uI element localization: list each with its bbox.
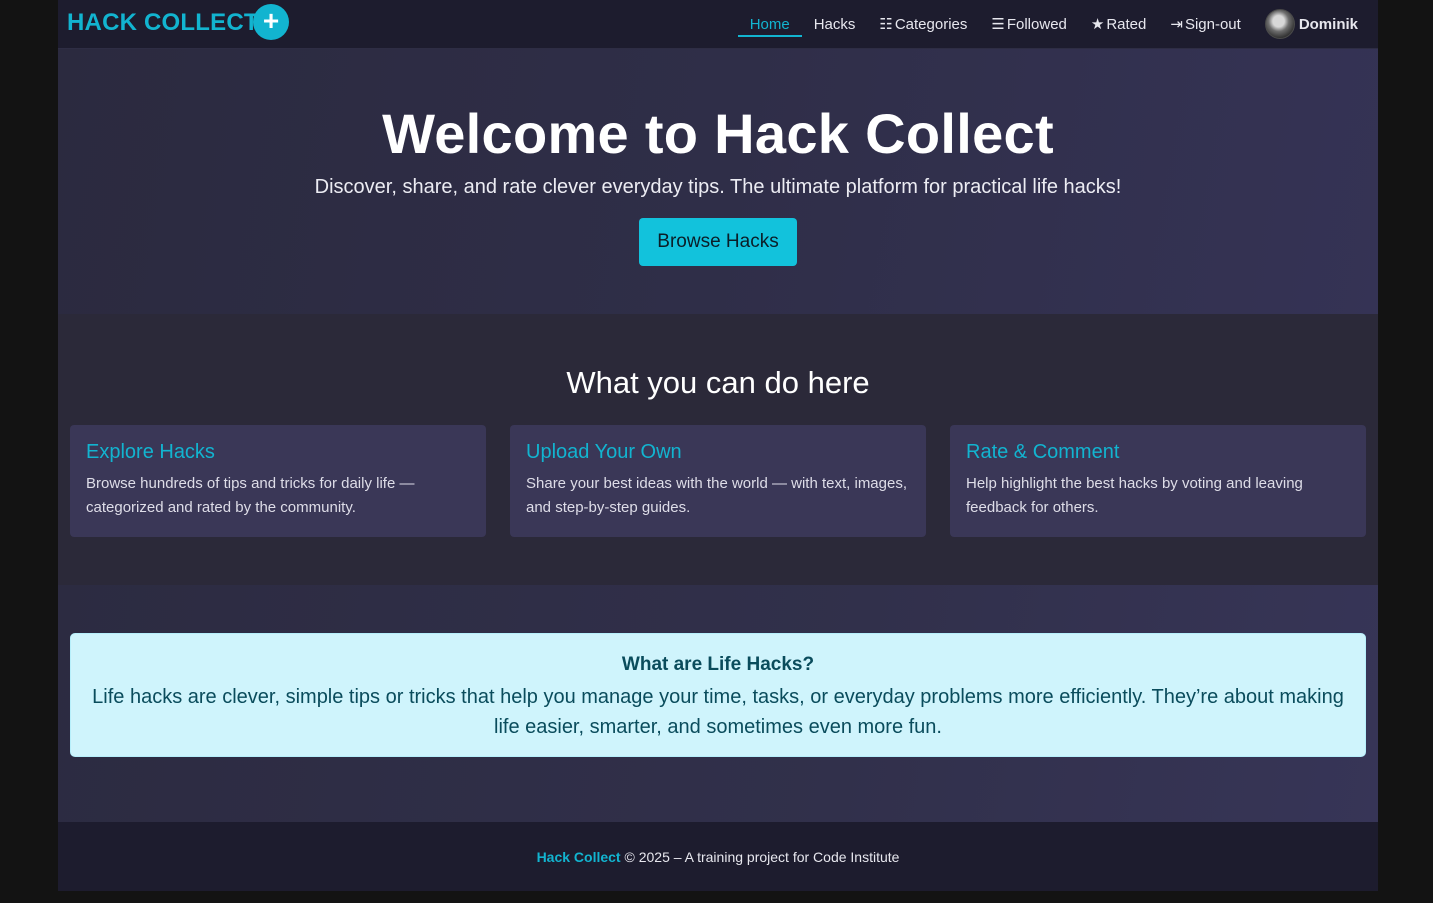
- feature-card-rate: Rate & Comment Help highlight the best h…: [950, 425, 1366, 537]
- page: HACK COLLECT + Home Hacks ☷ Categories ☰…: [58, 0, 1378, 891]
- user-menu[interactable]: Dominik: [1264, 0, 1358, 48]
- feature-card-upload: Upload Your Own Share your best ideas wi…: [510, 425, 926, 537]
- avatar: [1264, 9, 1295, 39]
- nav-item-hacks[interactable]: Hacks: [814, 0, 856, 48]
- nav-item-sign-out[interactable]: ⇥ Sign-out: [1170, 0, 1240, 48]
- features-section: What you can do here Explore Hacks Brows…: [58, 314, 1378, 585]
- footer-brand: Hack Collect: [536, 849, 621, 865]
- navbar: HACK COLLECT + Home Hacks ☷ Categories ☰…: [58, 0, 1378, 49]
- user-name: Dominik: [1298, 15, 1358, 33]
- nav-item-label: Rated: [1106, 15, 1147, 33]
- footer: Hack Collect © 2025 – A training project…: [58, 822, 1378, 891]
- sign-out-icon: ⇥: [1170, 16, 1183, 33]
- info-section: What are Life Hacks? Life hacks are clev…: [58, 585, 1378, 822]
- card-title: Upload Your Own: [526, 441, 682, 463]
- features-heading: What you can do here: [566, 365, 870, 400]
- card-text: Share your best ideas with the world — w…: [526, 475, 908, 516]
- nav-item-label: Categories: [894, 15, 968, 33]
- card-title: Explore Hacks: [86, 441, 215, 463]
- nav-item-label: Sign-out: [1184, 15, 1241, 33]
- feature-card-explore: Explore Hacks Browse hundreds of tips an…: [70, 425, 486, 537]
- card-text: Help highlight the best hacks by voting …: [966, 475, 1303, 516]
- card-title: Rate & Comment: [966, 441, 1120, 463]
- info-title: What are Life Hacks?: [621, 654, 815, 675]
- add-hack-button[interactable]: +: [253, 4, 289, 40]
- browse-hacks-button[interactable]: Browse Hacks: [639, 218, 797, 266]
- footer-text: © 2025 – A training project for Code Ins…: [624, 849, 900, 865]
- hero-subtitle: Discover, share, and rate clever everyda…: [314, 176, 1122, 198]
- nav-item-rated[interactable]: ★ Rated: [1091, 0, 1146, 48]
- info-alert: What are Life Hacks? Life hacks are clev…: [70, 633, 1366, 757]
- brand-logo[interactable]: HACK COLLECT: [67, 9, 259, 37]
- card-text: Browse hundreds of tips and tricks for d…: [86, 475, 415, 516]
- hero-section: Welcome to Hack Collect Discover, share,…: [58, 49, 1378, 314]
- star-icon: ★: [1090, 16, 1105, 33]
- nav-menu: Home Hacks ☷ Categories ☰ Followed ★ Rat…: [737, 0, 1358, 48]
- nav-item-home[interactable]: Home: [737, 0, 802, 48]
- plus-icon: +: [262, 5, 280, 36]
- nav-item-followed[interactable]: ☰ Followed: [991, 0, 1066, 48]
- info-text: Life hacks are clever, simple tips or tr…: [92, 686, 1344, 738]
- nav-item-categories[interactable]: ☷ Categories: [879, 0, 967, 48]
- nav-item-label: Followed: [1006, 15, 1067, 33]
- nav-item-label: Home: [749, 15, 790, 33]
- hero-title: Welcome to Hack Collect: [382, 102, 1054, 165]
- list-icon: ☷: [879, 16, 893, 33]
- nav-item-label: Hacks: [813, 15, 856, 33]
- menu-icon: ☰: [991, 16, 1005, 33]
